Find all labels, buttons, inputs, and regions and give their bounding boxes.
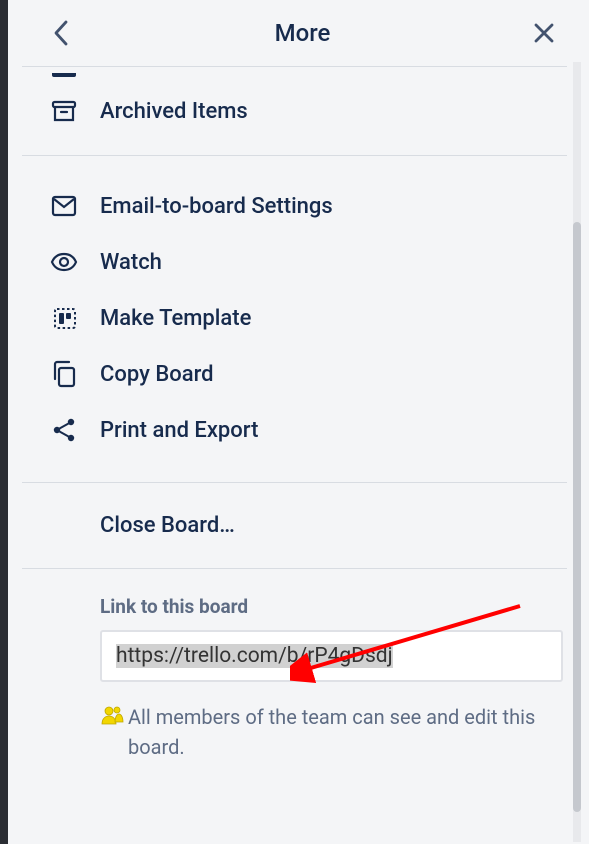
menu-item-label: Print and Export [100, 418, 258, 443]
panel-title: More [76, 19, 529, 47]
close-icon [533, 22, 555, 44]
menu-item-label: Copy Board [100, 362, 214, 387]
eye-icon [50, 248, 78, 276]
menu-item-make-template[interactable]: Make Template [8, 290, 581, 346]
link-url-input[interactable]: https://trello.com/b/rP4gDsdj [100, 630, 563, 682]
share-icon [50, 416, 78, 444]
menu-item-watch[interactable]: Watch [8, 234, 581, 290]
link-section: Link to this board https://trello.com/b/… [8, 569, 581, 772]
menu-item-label: Archived Items [100, 99, 248, 124]
more-menu-panel: More Archived Items [8, 0, 581, 844]
partial-item-above [8, 71, 581, 83]
visibility-note-text: All members of the team can see and edit… [128, 702, 563, 762]
link-label: Link to this board [100, 595, 563, 618]
menu-item-label: Email-to-board Settings [100, 194, 333, 219]
menu-item-copy-board[interactable]: Copy Board [8, 346, 581, 402]
email-icon [50, 192, 78, 220]
left-edge-strip [0, 0, 8, 844]
menu-item-close-board[interactable]: Close Board… [8, 483, 581, 568]
menu-item-email-settings[interactable]: Email-to-board Settings [8, 178, 581, 234]
scrollbar-track[interactable] [573, 62, 581, 842]
menu-section-main: Email-to-board Settings Watch Make Templ… [8, 174, 581, 462]
menu-item-print-export[interactable]: Print and Export [8, 402, 581, 458]
people-icon [100, 704, 124, 726]
archive-icon [50, 97, 78, 125]
link-url-text: https://trello.com/b/rP4gDsdj [116, 644, 393, 668]
menu-item-label: Close Board… [100, 513, 235, 538]
menu-item-label: Make Template [100, 306, 251, 331]
scrollbar-thumb[interactable] [573, 222, 581, 812]
visibility-note: All members of the team can see and edit… [100, 702, 563, 762]
close-button[interactable] [529, 18, 559, 48]
menu-section-top: Archived Items [8, 67, 581, 143]
chevron-left-icon [53, 20, 69, 46]
menu-item-archived[interactable]: Archived Items [8, 83, 581, 139]
template-icon [50, 304, 78, 332]
divider [22, 155, 567, 156]
panel-header: More [8, 0, 581, 66]
copy-icon [50, 360, 78, 388]
back-button[interactable] [46, 18, 76, 48]
menu-item-label: Watch [100, 250, 162, 275]
